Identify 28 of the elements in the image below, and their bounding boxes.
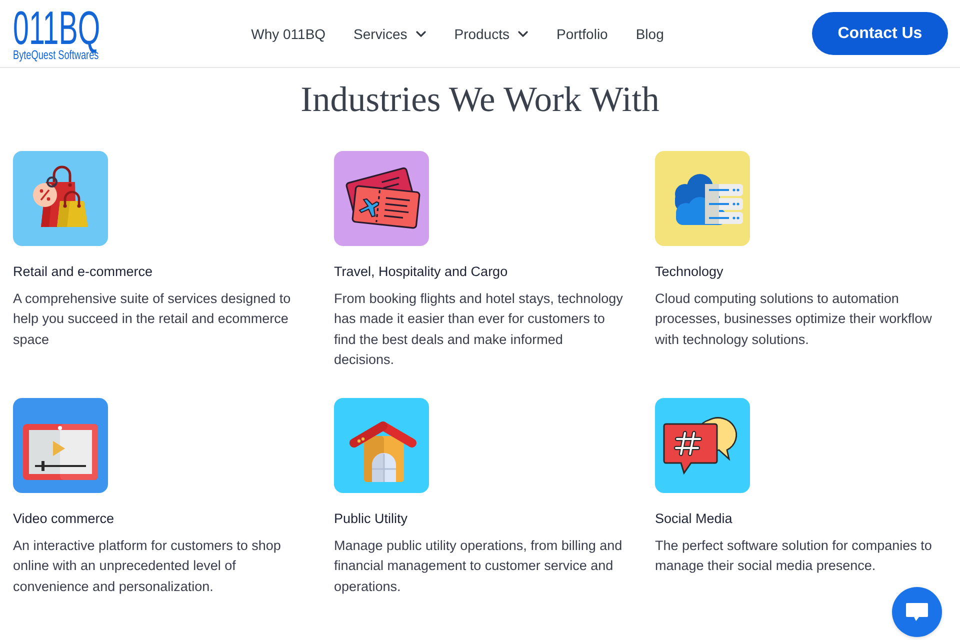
nav-link[interactable]: Services: [354, 24, 426, 44]
nav-link[interactable]: Why 011BQ: [251, 24, 326, 44]
industry-description: Manage public utility operations, from billing and financial management to customer service and operations.: [334, 537, 624, 596]
house-icon: [334, 398, 429, 494]
industry-title: Social Media: [655, 510, 732, 528]
section-title: Industries We Work With: [300, 79, 660, 119]
chat-button[interactable]: [892, 587, 942, 637]
industry-title: Travel, Hospitality and Cargo: [334, 263, 508, 281]
logo-wordmark: 011BQ: [13, 4, 100, 50]
industry-title: Retail and e-commerce: [13, 263, 153, 281]
shopping-bags-icon: [13, 151, 108, 246]
nav-link[interactable]: Products: [454, 24, 528, 44]
tickets-icon: [334, 151, 429, 246]
industry-description: Cloud computing solutions to automation processes, businesses optimize their workflow with technology solutions.: [655, 290, 933, 349]
cloud-server-icon: [655, 151, 750, 246]
industry-description: The perfect software solution for companies to manage their social media presence.: [655, 537, 933, 576]
industry-description: An interactive platform for customers to shop online with an unprecedented level of convenience and personalization.: [13, 537, 282, 596]
industry-description: A comprehensive suite of services designed to help you succeed in the retail and ecommerce space: [13, 290, 292, 349]
industry-title: Video commerce: [13, 510, 114, 528]
contact-button[interactable]: Contact Us: [812, 12, 948, 55]
video-player-icon: [13, 398, 108, 494]
nav-link[interactable]: Portfolio: [556, 24, 608, 44]
speech-bubble-icon: [905, 602, 929, 622]
speech-bubbles-icon: [655, 398, 750, 494]
industry-description: From booking flights and hotel stays, technology has made it easier than ever for customers to find the best deals and make informed decisions.: [334, 290, 624, 369]
nav-link[interactable]: Blog: [636, 24, 664, 44]
industry-title: Public Utility: [334, 510, 408, 528]
industry-title: Technology: [655, 263, 724, 281]
